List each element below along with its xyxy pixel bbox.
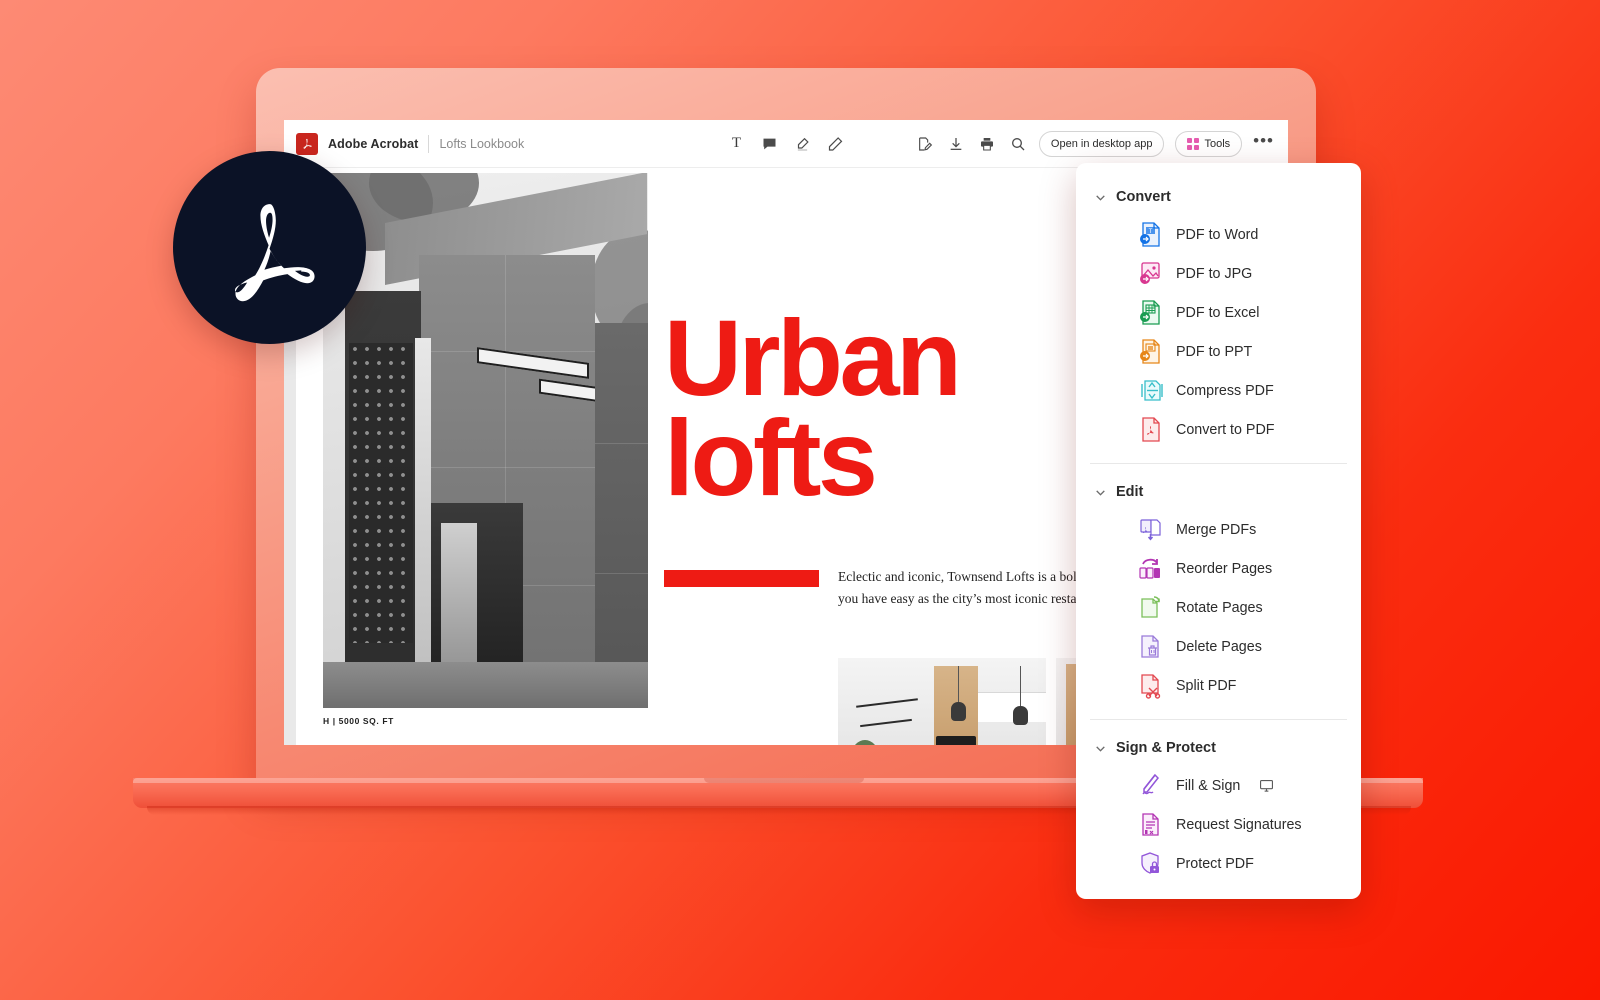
section-header-sign-and-protect[interactable]: Sign & Protect [1076, 732, 1361, 766]
acrobat-logo-icon [296, 132, 318, 155]
tool-label: Reorder Pages [1176, 560, 1273, 577]
pdf-to-ppt-icon [1138, 338, 1163, 365]
panel-section-sign-and-protect: Sign & Protect Fill & Sign Request Signa… [1076, 724, 1361, 893]
tool-item-reorder-pages[interactable]: Reorder Pages [1076, 549, 1361, 588]
fill-and-sign-icon [1138, 772, 1163, 799]
download-icon[interactable] [946, 134, 966, 154]
tool-label: Request Signatures [1176, 816, 1302, 833]
section-title-sign-and-protect: Sign & Protect [1116, 740, 1216, 756]
tool-label: Rotate Pages [1176, 599, 1263, 616]
desktop-monitor-icon [1259, 778, 1274, 793]
tool-label: Merge PDFs [1176, 521, 1257, 538]
pdf-to-excel-icon [1138, 299, 1163, 326]
promo-scene: Adobe Acrobat Lofts Lookbook T Open in d… [0, 0, 1600, 1000]
panel-section-edit: Edit Merge PDFs Reorder Pages Rotate Pag… [1076, 468, 1361, 715]
add-comment-icon[interactable] [760, 134, 780, 154]
tools-button[interactable]: Tools [1175, 130, 1243, 157]
acrobat-badge [173, 151, 366, 344]
document-title: Lofts Lookbook [439, 136, 525, 151]
interior-thumbnail-1 [838, 658, 1046, 745]
search-icon[interactable] [1008, 134, 1028, 154]
print-icon[interactable] [977, 134, 997, 154]
chevron-down-icon [1096, 489, 1105, 496]
panel-divider [1090, 719, 1347, 720]
fill-and-sign-icon[interactable] [915, 134, 935, 154]
section-header-edit[interactable]: Edit [1076, 476, 1361, 510]
protect-pdf-icon [1138, 850, 1163, 877]
tool-item-compress-pdf[interactable]: Compress PDF [1076, 371, 1361, 410]
pdf-to-word-icon: T [1138, 221, 1163, 248]
section-title-convert: Convert [1116, 189, 1171, 205]
merge-pdfs-icon [1138, 516, 1163, 543]
tool-item-convert-to-pdf[interactable]: Convert to PDF [1076, 410, 1361, 449]
tool-item-rotate-pages[interactable]: Rotate Pages [1076, 588, 1361, 627]
tool-label: PDF to JPG [1176, 265, 1253, 282]
more-options-icon[interactable]: ••• [1253, 132, 1274, 152]
tool-label: Split PDF [1176, 677, 1237, 694]
photo-caption: H | 5000 SQ. FT [323, 716, 394, 726]
tool-item-pdf-to-excel[interactable]: PDF to Excel [1076, 293, 1361, 332]
chevron-down-icon [1096, 745, 1105, 752]
tools-panel[interactable]: Convert T PDF to Word PDF to JPG PDF to … [1076, 163, 1361, 899]
app-name: Adobe Acrobat [328, 136, 419, 151]
tools-button-label: Tools [1204, 137, 1231, 150]
open-in-desktop-app-label: Open in desktop app [1050, 137, 1153, 150]
tool-item-pdf-to-word[interactable]: T PDF to Word [1076, 215, 1361, 254]
tool-label: Compress PDF [1176, 382, 1274, 399]
highlight-icon[interactable] [793, 134, 813, 154]
tool-label: Fill & Sign [1176, 777, 1241, 794]
tool-item-delete-pages[interactable]: Delete Pages [1076, 627, 1361, 666]
hero-building-photo [323, 173, 648, 708]
tool-item-protect-pdf[interactable]: Protect PDF [1076, 844, 1361, 883]
panel-divider [1090, 463, 1347, 464]
panel-section-convert: Convert T PDF to Word PDF to JPG PDF to … [1076, 173, 1361, 459]
section-header-convert[interactable]: Convert [1076, 181, 1361, 215]
annotation-toolgroup: T [727, 134, 846, 154]
convert-to-pdf-icon [1138, 416, 1163, 443]
tool-item-pdf-to-jpg[interactable]: PDF to JPG [1076, 254, 1361, 293]
tool-label: Delete Pages [1176, 638, 1262, 655]
acrobat-toolbar: Adobe Acrobat Lofts Lookbook T Open in d… [284, 120, 1288, 168]
pdf-to-jpg-icon [1138, 260, 1163, 287]
delete-pages-icon [1138, 633, 1163, 660]
tool-item-merge-pdfs[interactable]: Merge PDFs [1076, 510, 1361, 549]
request-signatures-icon [1138, 811, 1163, 838]
add-text-icon[interactable]: T [727, 134, 747, 154]
acrobat-logo-icon [234, 203, 315, 301]
tools-grid-icon [1187, 137, 1200, 150]
tool-item-request-signatures[interactable]: Request Signatures [1076, 805, 1361, 844]
rotate-pages-icon [1138, 594, 1163, 621]
tool-label: Convert to PDF [1176, 421, 1275, 438]
compress-pdf-icon [1138, 377, 1163, 404]
headline-rule [664, 570, 819, 587]
draw-pen-icon[interactable] [826, 134, 846, 154]
tool-label: PDF to PPT [1176, 343, 1253, 360]
laptop-hinge [704, 778, 864, 783]
split-pdf-icon [1138, 672, 1163, 699]
tool-label: PDF to Excel [1176, 304, 1260, 321]
title-divider [428, 134, 430, 153]
reorder-pages-icon [1138, 555, 1163, 582]
open-in-desktop-app-button[interactable]: Open in desktop app [1038, 130, 1165, 157]
chevron-down-icon [1096, 194, 1105, 201]
tool-label: PDF to Word [1176, 226, 1259, 243]
tool-item-fill-and-sign[interactable]: Fill & Sign [1076, 766, 1361, 805]
tool-item-pdf-to-ppt[interactable]: PDF to PPT [1076, 332, 1361, 371]
tool-item-split-pdf[interactable]: Split PDF [1076, 666, 1361, 705]
tool-label: Protect PDF [1176, 855, 1254, 872]
section-title-edit: Edit [1116, 484, 1144, 500]
svg-text:T: T [1149, 229, 1153, 235]
